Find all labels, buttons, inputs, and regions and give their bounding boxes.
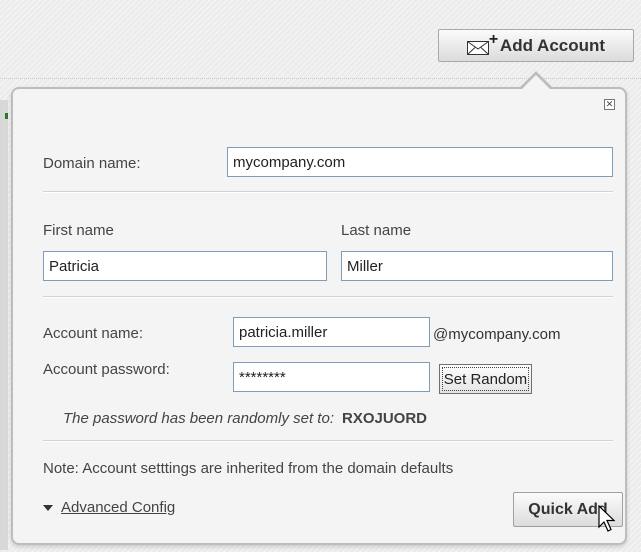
account-name-label: Account name:: [43, 325, 144, 342]
set-random-button[interactable]: Set Random: [439, 364, 532, 394]
popup-caret-fill: [521, 75, 551, 90]
separator: [43, 191, 613, 193]
expand-triangle-icon: [43, 504, 53, 511]
first-name-input[interactable]: [43, 251, 327, 281]
background-edge-mark: [5, 113, 8, 119]
advanced-config-toggle[interactable]: Advanced Config: [43, 499, 175, 516]
password-message-text: The password has been randomly set to:: [63, 410, 334, 427]
note-text: Note: Account setttings are inherited fr…: [43, 460, 454, 477]
close-icon[interactable]: ✕: [604, 99, 615, 110]
account-domain-suffix: @mycompany.com: [433, 326, 561, 343]
account-password-input[interactable]: [233, 362, 430, 392]
mail-plus-icon: +: [466, 31, 498, 55]
domain-name-input[interactable]: [227, 147, 613, 177]
account-password-label: Account password:: [43, 361, 170, 378]
advanced-config-label: Advanced Config: [61, 499, 176, 516]
last-name-label: Last name: [341, 222, 412, 239]
first-name-label: First name: [43, 222, 114, 239]
last-name-input[interactable]: [341, 251, 613, 281]
separator: [43, 296, 613, 298]
add-account-popup: ✕ Domain name: First name Last name Acco…: [11, 87, 627, 545]
add-account-button[interactable]: + Add Account: [438, 29, 634, 62]
background-page-edge: [0, 100, 8, 550]
generated-password: RXOJUORD: [341, 410, 427, 427]
password-message: The password has been randomly set to: RX…: [63, 410, 427, 427]
mouse-cursor-icon: [598, 505, 616, 532]
add-account-label: Add Account: [499, 35, 606, 55]
separator: [43, 440, 613, 442]
domain-name-label: Domain name:: [43, 155, 141, 172]
account-name-input[interactable]: [233, 317, 430, 347]
